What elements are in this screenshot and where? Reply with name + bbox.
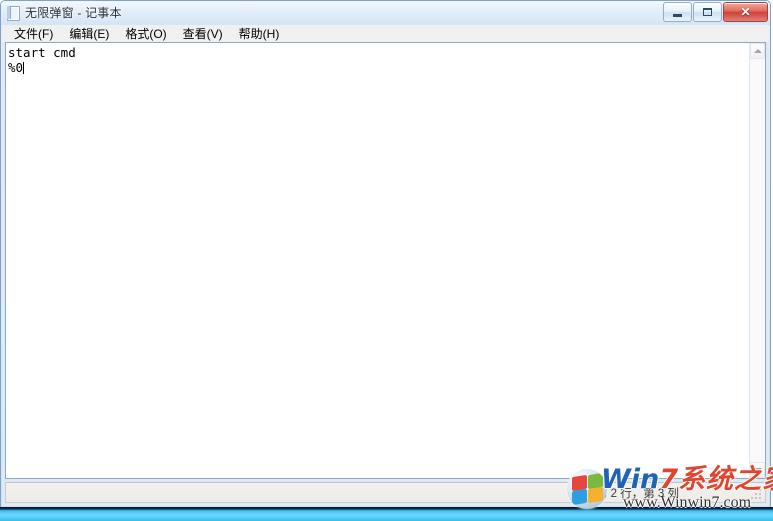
menu-format[interactable]: 格式(O) bbox=[117, 24, 174, 44]
window-controls: ✕ bbox=[663, 2, 768, 22]
close-button[interactable]: ✕ bbox=[723, 2, 768, 22]
text-editor[interactable]: start cmd %0 bbox=[6, 43, 749, 478]
client-area: start cmd %0 第 2 行，第 3 列 bbox=[2, 42, 769, 506]
editor-line-1: start cmd bbox=[8, 45, 76, 60]
resize-grip-icon[interactable] bbox=[749, 487, 763, 501]
close-icon: ✕ bbox=[740, 5, 751, 19]
scroll-up-button[interactable] bbox=[750, 43, 765, 59]
vertical-scrollbar[interactable] bbox=[749, 43, 765, 478]
desktop-background: 无限弹窗 - 记事本 ✕ 文件(F) 编辑(E) 格式(O) 查看(V) 帮助(… bbox=[0, 0, 773, 521]
scrollbar-track[interactable] bbox=[750, 59, 765, 462]
status-bar: 第 2 行，第 3 列 bbox=[5, 482, 766, 503]
maximize-button[interactable] bbox=[693, 2, 722, 22]
maximize-icon bbox=[703, 8, 712, 16]
cursor-position-label: 第 2 行，第 3 列 bbox=[595, 487, 679, 500]
minimize-button[interactable] bbox=[663, 2, 692, 22]
chevron-up-icon bbox=[753, 49, 762, 53]
scroll-down-button[interactable] bbox=[750, 462, 765, 478]
editor-line-2: %0 bbox=[8, 60, 24, 75]
chevron-down-icon bbox=[753, 468, 762, 472]
text-caret bbox=[23, 62, 25, 74]
menu-help[interactable]: 帮助(H) bbox=[231, 24, 288, 44]
notepad-window: 无限弹窗 - 记事本 ✕ 文件(F) 编辑(E) 格式(O) 查看(V) 帮助(… bbox=[0, 0, 771, 508]
window-title: 无限弹窗 - 记事本 bbox=[25, 6, 122, 20]
menu-view[interactable]: 查看(V) bbox=[175, 24, 231, 44]
taskbar[interactable] bbox=[0, 507, 773, 521]
menu-file[interactable]: 文件(F) bbox=[6, 24, 61, 44]
editor-frame: start cmd %0 bbox=[5, 42, 766, 479]
notepad-icon bbox=[6, 5, 20, 21]
menu-edit[interactable]: 编辑(E) bbox=[61, 24, 117, 44]
menu-bar: 文件(F) 编辑(E) 格式(O) 查看(V) 帮助(H) bbox=[2, 25, 769, 42]
title-bar[interactable]: 无限弹窗 - 记事本 ✕ bbox=[1, 1, 770, 24]
minimize-icon bbox=[673, 13, 682, 17]
